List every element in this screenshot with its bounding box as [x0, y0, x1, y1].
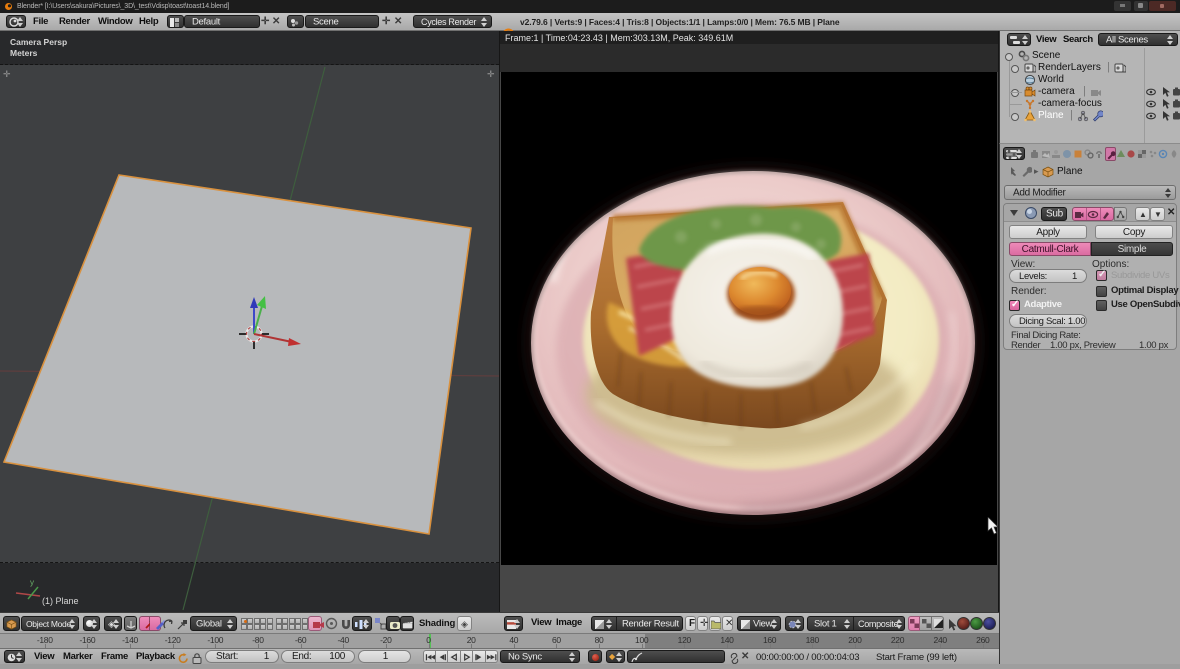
svg-text:y: y	[30, 578, 34, 587]
